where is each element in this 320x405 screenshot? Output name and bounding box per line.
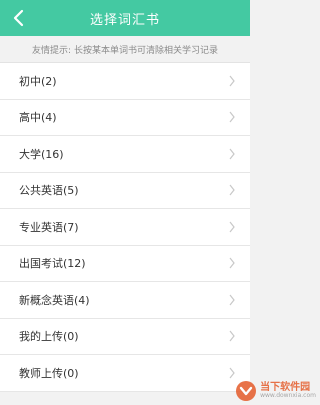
list-item-university[interactable]: 大学(16) bbox=[0, 136, 250, 173]
list-item-professional-english[interactable]: 专业英语(7) bbox=[0, 209, 250, 246]
chevron-right-icon bbox=[229, 294, 235, 306]
list-item-senior-high[interactable]: 高中(4) bbox=[0, 100, 250, 136]
list-item-label: 专业英语(7) bbox=[19, 220, 79, 234]
list-item-public-english[interactable]: 公共英语(5) bbox=[0, 173, 250, 209]
chevron-right-icon bbox=[229, 330, 235, 342]
list-item-label: 教师上传(0) bbox=[19, 366, 79, 380]
list-item-study-abroad[interactable]: 出国考试(12) bbox=[0, 246, 250, 282]
chevron-right-icon bbox=[229, 111, 235, 123]
list-item-label: 公共英语(5) bbox=[19, 184, 79, 198]
watermark-url: www.downxia.com bbox=[260, 392, 316, 400]
list-item-teacher-uploads[interactable]: 教师上传(0) bbox=[0, 355, 250, 392]
list-item-label: 出国考试(12) bbox=[19, 257, 86, 271]
watermark: 当下软件园 www.downxia.com bbox=[235, 380, 316, 402]
list-item-label: 大学(16) bbox=[19, 147, 64, 161]
downxia-logo-icon bbox=[236, 381, 257, 401]
book-list: 初中(2) 高中(4) 大学(16) 公共英语(5) 专业英语(7) 出国考试(… bbox=[0, 62, 250, 392]
chevron-right-icon bbox=[229, 148, 235, 160]
list-item-new-concept[interactable]: 新概念英语(4) bbox=[0, 282, 250, 319]
tip-text: 友情提示: 长按某本单词书可清除相关学习记录 bbox=[32, 45, 218, 56]
chevron-right-icon bbox=[229, 367, 235, 379]
chevron-right-icon bbox=[229, 221, 235, 233]
chevron-right-icon bbox=[229, 75, 235, 87]
app-header: 选择词汇书 bbox=[0, 0, 250, 36]
list-item-my-uploads[interactable]: 我的上传(0) bbox=[0, 319, 250, 355]
list-item-label: 新概念英语(4) bbox=[19, 293, 90, 307]
list-item-label: 高中(4) bbox=[19, 111, 57, 125]
page-title: 选择词汇书 bbox=[89, 12, 160, 28]
chevron-right-icon bbox=[229, 257, 235, 269]
list-item-label: 初中(2) bbox=[19, 74, 57, 88]
list-item-junior-high[interactable]: 初中(2) bbox=[0, 63, 250, 100]
back-button[interactable] bbox=[6, 6, 30, 30]
list-item-label: 我的上传(0) bbox=[19, 330, 79, 344]
chevron-left-icon bbox=[13, 9, 24, 27]
chevron-right-icon bbox=[229, 184, 235, 196]
